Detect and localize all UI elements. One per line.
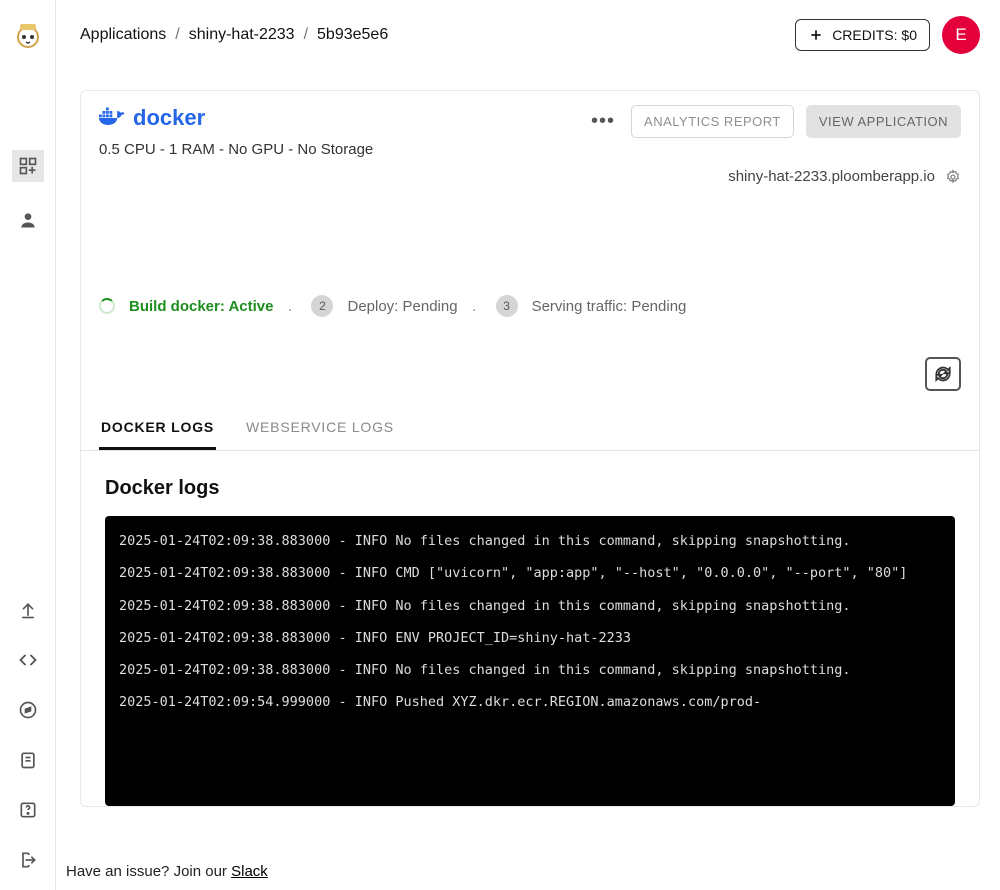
- step-deploy: Deploy: Pending: [347, 298, 457, 315]
- tab-webservice-logs[interactable]: WEBSERVICE LOGS: [244, 409, 396, 450]
- step-separator: ·: [472, 301, 482, 311]
- topbar: Applications / shiny-hat-2233 / 5b93e5e6…: [56, 0, 1000, 54]
- nav-upload-icon[interactable]: [16, 598, 40, 622]
- log-line: 2025-01-24T02:09:38.883000 - INFO No fil…: [119, 530, 941, 552]
- footer: Have an issue? Join our Slack: [66, 863, 268, 880]
- docker-whale-icon: [99, 107, 127, 129]
- gear-icon[interactable]: [945, 169, 961, 185]
- main-area: Applications / shiny-hat-2233 / 5b93e5e6…: [56, 0, 1000, 890]
- breadcrumb: Applications / shiny-hat-2233 / 5b93e5e6: [80, 26, 388, 44]
- nav-code-icon[interactable]: [16, 648, 40, 672]
- nav-dashboard-icon[interactable]: [12, 150, 44, 182]
- deployment-card: docker 0.5 CPU - 1 RAM - No GPU - No Sto…: [80, 90, 980, 807]
- pipeline-steps: Build docker: Active · 2 Deploy: Pending…: [81, 295, 979, 317]
- tab-docker-logs[interactable]: DOCKER LOGS: [99, 409, 216, 450]
- spinner-icon: [99, 298, 115, 314]
- logs-output[interactable]: 2025-01-24T02:09:38.883000 - INFO No fil…: [105, 516, 955, 806]
- log-line: 2025-01-24T02:09:54.999000 - INFO Pushed…: [119, 691, 941, 713]
- app-url[interactable]: shiny-hat-2233.ploomberapp.io: [728, 168, 935, 185]
- nav-logout-icon[interactable]: [16, 848, 40, 872]
- more-menu-icon[interactable]: •••: [591, 110, 619, 133]
- credits-label: CREDITS: $0: [832, 27, 917, 43]
- plus-icon: [808, 27, 824, 43]
- log-line: 2025-01-24T02:09:38.883000 - INFO No fil…: [119, 595, 941, 617]
- refresh-icon: [933, 364, 953, 384]
- spec-line: 0.5 CPU - 1 RAM - No GPU - No Storage: [99, 141, 373, 158]
- logs-title: Docker logs: [105, 477, 955, 500]
- step-build: Build docker: Active: [129, 298, 273, 315]
- slack-link[interactable]: Slack: [231, 863, 268, 880]
- refresh-button[interactable]: [925, 357, 961, 391]
- log-line: 2025-01-24T02:09:38.883000 - INFO No fil…: [119, 659, 941, 681]
- avatar-initial: E: [955, 25, 966, 45]
- nav-help-icon[interactable]: [16, 798, 40, 822]
- brand-logo[interactable]: [12, 18, 44, 50]
- nav-explore-icon[interactable]: [16, 698, 40, 722]
- footer-text: Have an issue? Join our: [66, 863, 231, 880]
- breadcrumb-project[interactable]: shiny-hat-2233: [189, 26, 295, 44]
- log-line: 2025-01-24T02:09:38.883000 - INFO ENV PR…: [119, 627, 941, 649]
- docker-logo: docker: [99, 105, 373, 131]
- view-application-button[interactable]: VIEW APPLICATION: [806, 105, 961, 138]
- framework-label: docker: [133, 105, 205, 131]
- log-tabs: DOCKER LOGS WEBSERVICE LOGS: [81, 409, 979, 451]
- log-line: 2025-01-24T02:09:38.883000 - INFO CMD ["…: [119, 562, 941, 584]
- avatar[interactable]: E: [942, 16, 980, 54]
- breadcrumb-root[interactable]: Applications: [80, 26, 166, 44]
- nav-docs-icon[interactable]: [16, 748, 40, 772]
- step-deploy-badge: 2: [311, 295, 333, 317]
- step-traffic-badge: 3: [496, 295, 518, 317]
- breadcrumb-sep: /: [304, 26, 308, 44]
- analytics-report-button[interactable]: ANALYTICS REPORT: [631, 105, 794, 138]
- credits-button[interactable]: CREDITS: $0: [795, 19, 930, 51]
- breadcrumb-sep: /: [175, 26, 179, 44]
- breadcrumb-commit[interactable]: 5b93e5e6: [317, 26, 388, 44]
- nav-profile-icon[interactable]: [16, 208, 40, 232]
- sidebar: [0, 0, 56, 890]
- step-separator: ·: [287, 301, 297, 311]
- step-traffic: Serving traffic: Pending: [532, 298, 687, 315]
